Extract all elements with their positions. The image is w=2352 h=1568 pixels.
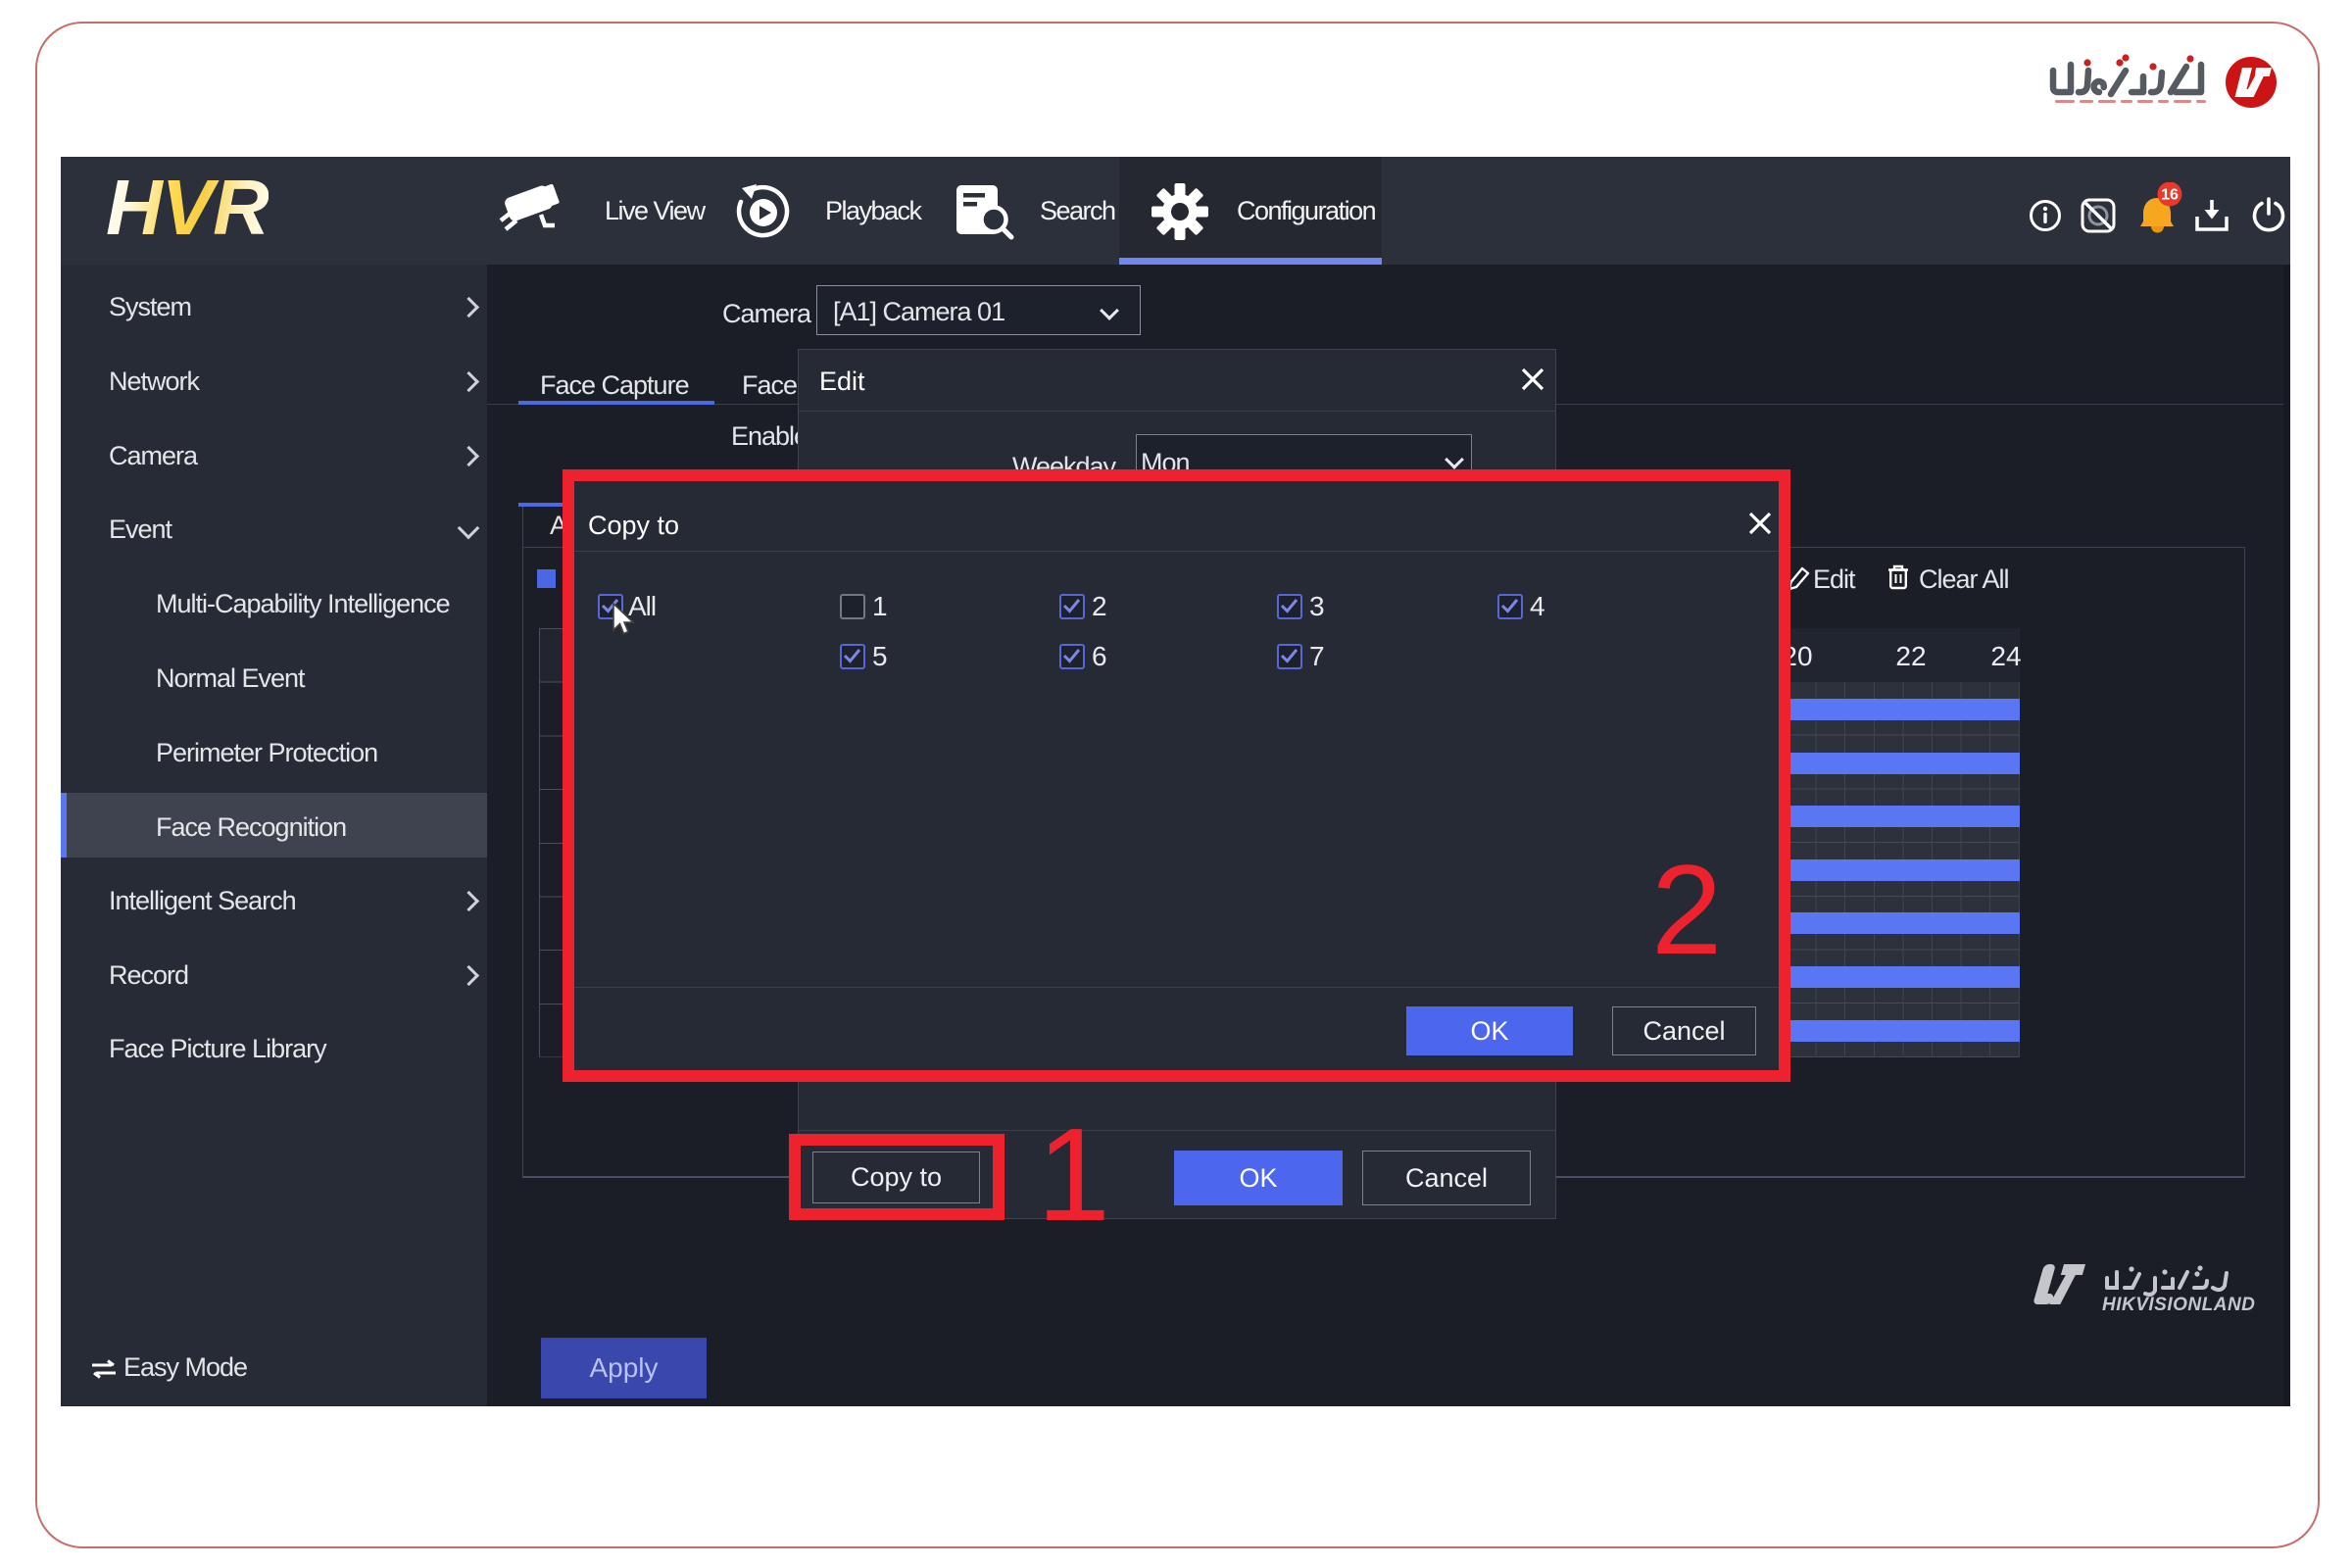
svg-text:16: 16	[2161, 187, 2179, 204]
svg-text:HIKVISIONLAND: HIKVISIONLAND	[2102, 1295, 2255, 1315]
